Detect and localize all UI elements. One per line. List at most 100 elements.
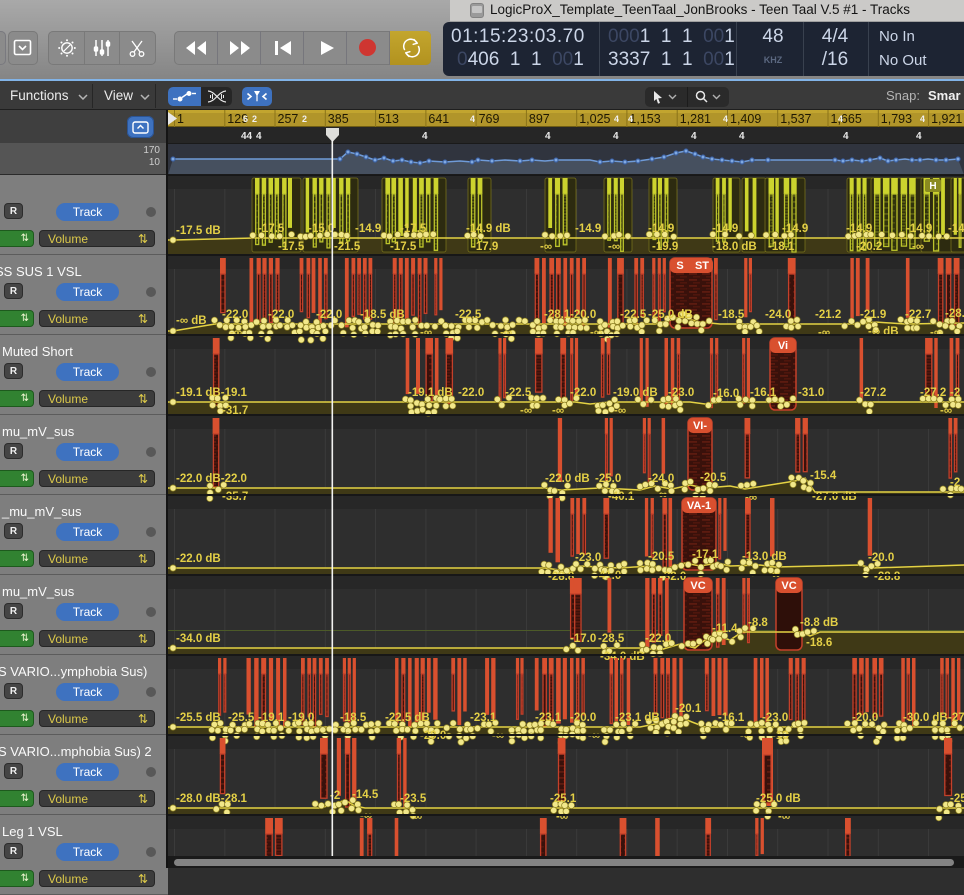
svg-text:-20.0: -20.0 [570, 309, 596, 321]
svg-text:1,025: 1,025 [579, 112, 610, 126]
svg-text:-35.7: -35.7 [222, 491, 248, 503]
svg-text:-32.0: -32.0 [660, 571, 686, 583]
svg-text:-31.0: -31.0 [798, 387, 824, 399]
svg-text:-16.1: -16.1 [718, 712, 745, 724]
svg-text:-16.1: -16.1 [750, 387, 777, 399]
svg-text:-18.6: -18.6 [806, 637, 832, 649]
svg-text:-20.0: -20.0 [852, 712, 878, 724]
svg-text:-23.0: -23.0 [575, 552, 601, 564]
svg-text:-22.0 dB-22.0: -22.0 dB-22.0 [176, 473, 247, 485]
svg-text:-19.1: -19.1 [258, 712, 285, 724]
svg-text:-25.0 dB: -25.0 dB [756, 793, 801, 805]
svg-text:2: 2 [252, 114, 257, 124]
svg-text:-28.1: -28.1 [544, 309, 571, 321]
svg-text:-2: -2 [950, 387, 960, 399]
svg-text:257: 257 [278, 112, 299, 126]
svg-text:-22.5: -22.5 [505, 387, 532, 399]
svg-text:-28.5: -28.5 [598, 633, 625, 645]
svg-text:4: 4 [614, 114, 619, 124]
svg-text:-∞: -∞ [912, 241, 924, 253]
svg-text:2: 2 [302, 114, 307, 124]
svg-text:-22.5 dB: -22.5 dB [385, 712, 430, 724]
svg-text:4: 4 [422, 131, 428, 142]
svg-text:-14.5: -14.5 [352, 789, 379, 801]
svg-text:1,409: 1,409 [730, 112, 761, 126]
svg-text:-21.9: -21.9 [860, 309, 886, 321]
svg-text:-14.9 dB: -14.9 dB [466, 223, 511, 235]
svg-text:-14.9: -14.9 [782, 223, 808, 235]
svg-text:1,665: 1,665 [831, 112, 862, 126]
svg-text:-23.1: -23.1 [470, 712, 497, 724]
svg-text:-18.5 dB: -18.5 dB [360, 309, 405, 321]
svg-text:-22.0: -22.0 [222, 309, 248, 321]
svg-text:-22.0: -22.0 [570, 387, 596, 399]
svg-text:-20.0: -20.0 [868, 552, 894, 564]
svg-text:4: 4 [920, 114, 925, 124]
svg-text:-∞: -∞ [818, 327, 830, 339]
svg-text:-22.5: -22.5 [455, 309, 482, 321]
svg-text:-27.0 dB: -27.0 dB [812, 491, 857, 503]
svg-text:-23.0: -23.0 [668, 387, 694, 399]
svg-text:-21.5: -21.5 [334, 241, 361, 253]
svg-text:641: 641 [428, 112, 449, 126]
svg-text:-22.0 dB: -22.0 dB [176, 553, 221, 565]
svg-text:-22.0: -22.0 [458, 387, 484, 399]
svg-text:-22.5: -22.5 [620, 309, 647, 321]
svg-text:-19.1 dB: -19.1 dB [408, 387, 453, 399]
svg-text:-∞: -∞ [590, 327, 602, 339]
svg-text:-19.0 dB: -19.0 dB [613, 387, 658, 399]
svg-text:769: 769 [479, 112, 500, 126]
svg-text:897: 897 [529, 112, 550, 126]
svg-text:S: S [676, 260, 683, 272]
svg-text:-34.0 dB: -34.0 dB [176, 633, 221, 645]
svg-text:-∞ dB: -∞ dB [868, 326, 899, 338]
svg-text:-17.5: -17.5 [390, 241, 417, 253]
svg-text:-25.1: -25.1 [550, 793, 577, 805]
svg-text:4: 4 [739, 131, 745, 142]
svg-text:-18.0 dB: -18.0 dB [712, 241, 757, 253]
svg-text:-17.1: -17.1 [692, 549, 719, 561]
svg-text:1,793: 1,793 [881, 112, 912, 126]
svg-text:-∞: -∞ [930, 327, 942, 339]
svg-text:6: 6 [243, 114, 248, 124]
svg-text:-∞: -∞ [608, 241, 620, 253]
svg-text:513: 513 [378, 112, 399, 126]
svg-text:VI-: VI- [693, 420, 707, 432]
svg-text:4: 4 [628, 114, 633, 124]
svg-text:-14.9: -14.9 [575, 223, 601, 235]
svg-text:1,537: 1,537 [780, 112, 811, 126]
svg-text:-24.0: -24.0 [765, 309, 791, 321]
svg-text:4: 4 [256, 131, 262, 142]
svg-text:1,281: 1,281 [680, 112, 711, 126]
svg-text:-19.1 dB-19.1: -19.1 dB-19.1 [176, 387, 248, 399]
svg-text:VC: VC [781, 580, 796, 592]
svg-text:-23.1: -23.1 [535, 712, 562, 724]
svg-text:-19.9: -19.9 [652, 241, 678, 253]
svg-text:-13.0 dB: -13.0 dB [742, 551, 787, 563]
svg-text:-28.8: -28.8 [874, 571, 901, 583]
svg-text:-14.9: -14.9 [355, 223, 381, 235]
svg-text:-19.0: -19.0 [288, 712, 314, 724]
svg-text:4: 4 [916, 131, 922, 142]
svg-text:-18.1: -18.1 [768, 241, 795, 253]
svg-text:-21.2: -21.2 [815, 309, 841, 321]
svg-text:-22.0: -22.0 [645, 633, 671, 645]
svg-text:1,921: 1,921 [931, 112, 962, 126]
svg-text:-∞: -∞ [500, 327, 512, 339]
svg-text:-23.0: -23.0 [762, 712, 788, 724]
svg-text:-28.1: -28.1 [945, 308, 964, 320]
svg-text:385: 385 [328, 112, 349, 126]
svg-text:-17.5: -17.5 [400, 223, 427, 235]
svg-text:-22.7: -22.7 [905, 309, 931, 321]
svg-text:4: 4 [838, 114, 843, 124]
svg-text:-∞: -∞ [230, 327, 242, 339]
svg-text:-27: -27 [948, 712, 964, 724]
svg-text:-17.5: -17.5 [258, 223, 285, 235]
svg-text:-40.1: -40.1 [608, 491, 635, 503]
svg-text:-14.9: -14.9 [712, 223, 738, 235]
svg-text:-25.5 dB: -25.5 dB [176, 712, 221, 724]
svg-text:-23.5: -23.5 [400, 793, 427, 805]
svg-text:-18.5: -18.5 [718, 309, 745, 321]
svg-text:4: 4 [613, 131, 619, 142]
svg-text:1: 1 [177, 112, 184, 126]
